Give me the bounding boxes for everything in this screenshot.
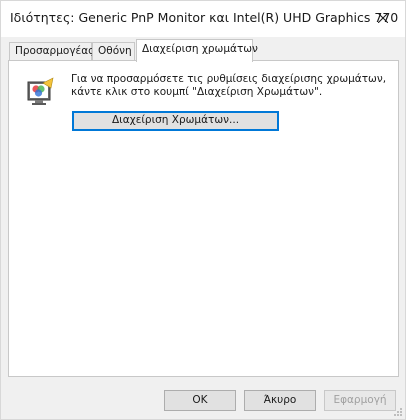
tab-monitor[interactable]: Οθόνη [92, 42, 135, 60]
tab-panel-color-management: Για να προσαρμόσετε τις ρυθμίσεις διαχεί… [8, 60, 399, 377]
color-management-button[interactable]: Διαχείριση Χρωμάτων... [72, 111, 279, 131]
description-text: Για να προσαρμόσετε τις ρυθμίσεις διαχεί… [71, 73, 387, 98]
properties-dialog: Ιδιότητες: Generic PnP Monitor και Intel… [0, 0, 406, 420]
ok-button[interactable]: OK [164, 390, 236, 411]
close-icon [378, 13, 388, 23]
title-bar: Ιδιότητες: Generic PnP Monitor και Intel… [1, 1, 405, 37]
cancel-button[interactable]: Άκυρο [244, 390, 316, 411]
tab-color-management[interactable]: Διαχείριση χρωμάτων [136, 39, 258, 62]
color-management-icon [25, 77, 55, 107]
resize-grip-icon[interactable] [393, 407, 403, 417]
close-button[interactable] [367, 3, 399, 33]
tab-adapter[interactable]: Προσαρμογέας [9, 42, 94, 60]
apply-button[interactable]: Εφαρμογή [324, 390, 396, 411]
window-title: Ιδιότητες: Generic PnP Monitor και Intel… [10, 10, 399, 25]
